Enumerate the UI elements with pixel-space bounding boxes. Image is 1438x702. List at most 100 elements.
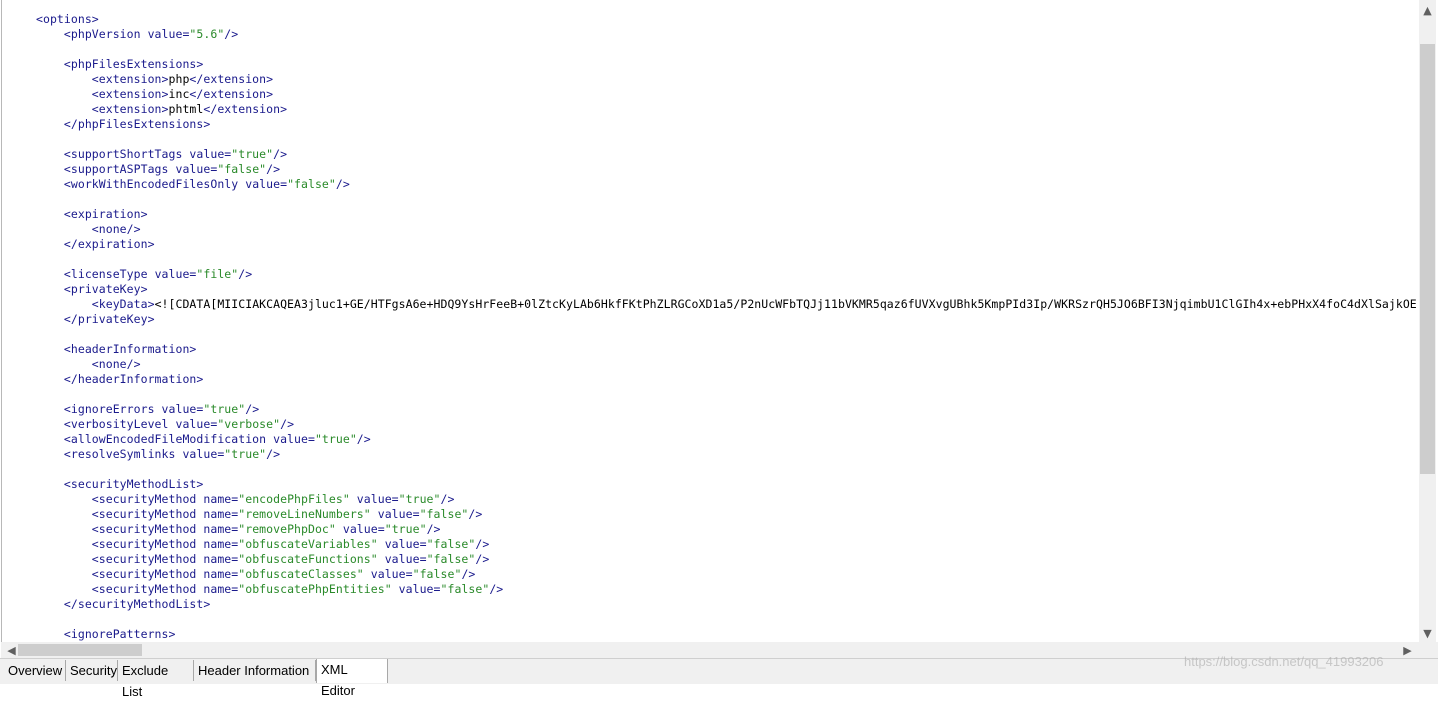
code-line: <none/> — [36, 222, 1417, 237]
xml-tag: </extension> — [189, 72, 274, 86]
xml-tag: value= — [182, 447, 225, 461]
xml-tag: value= — [377, 552, 427, 566]
xml-tag: value= — [154, 267, 197, 281]
xml-tag: <securityMethod — [36, 507, 204, 521]
scrollbar-corner — [1419, 642, 1438, 658]
attribute-value: "false" — [287, 177, 336, 191]
code-line: <allowEncodedFileModification value="tru… — [36, 432, 1417, 447]
xml-editor-pane[interactable]: <options> <phpVersion value="5.6"/> <php… — [1, 0, 1420, 642]
xml-tag: /> — [273, 147, 288, 161]
xml-tag: /> — [238, 267, 253, 281]
xml-tag: value= — [245, 177, 288, 191]
xml-tag: <allowEncodedFileModification — [36, 432, 274, 446]
xml-tag: value= — [175, 162, 218, 176]
attribute-value: "false" — [426, 552, 476, 566]
xml-tag: /> — [356, 432, 371, 446]
code-line: </securityMethodList> — [36, 597, 1417, 612]
attribute-value: "encodePhpFiles" — [238, 492, 350, 506]
xml-tag: value= — [370, 507, 420, 521]
code-line: <workWithEncodedFilesOnly value="false"/… — [36, 177, 1417, 192]
xml-tag: value= — [147, 27, 190, 41]
xml-tag: value= — [391, 582, 441, 596]
xml-tag: /> — [280, 417, 295, 431]
scroll-up-icon[interactable]: ▲ — [1419, 2, 1436, 19]
xml-tag: /> — [224, 27, 239, 41]
xml-tag: <none/> — [36, 357, 141, 371]
xml-tag: <supportShortTags — [36, 147, 190, 161]
attribute-value: "false" — [412, 567, 462, 581]
tab-header-information[interactable]: Header Information — [194, 660, 316, 681]
xml-tag: <phpFilesExtensions> — [36, 57, 204, 71]
attribute-value: "removeLineNumbers" — [238, 507, 371, 521]
element-text: <![CDATA[MIICIAKCAQEA3jluc1+GE/HTFgsA6e+… — [154, 297, 1417, 311]
attribute-value: "obfuscateVariables" — [238, 537, 378, 551]
xml-tag: value= — [273, 432, 315, 446]
xml-tag: </securityMethodList> — [36, 597, 211, 611]
xml-tag: <headerInformation> — [36, 342, 197, 356]
xml-tag: value= — [377, 537, 427, 551]
xml-tag: name= — [203, 507, 239, 521]
tab-exclude-list[interactable]: Exclude List — [118, 660, 194, 699]
xml-tag: <workWithEncodedFilesOnly — [36, 177, 246, 191]
xml-tag: <verbosityLevel — [36, 417, 176, 431]
vertical-scrollbar[interactable]: ▲ ▼ — [1419, 0, 1436, 642]
tab-xml-editor[interactable]: XML Editor — [316, 659, 388, 698]
xml-tag: </extension> — [189, 87, 274, 101]
attribute-value: "true" — [231, 147, 274, 161]
scroll-right-icon[interactable]: ▶ — [1399, 642, 1416, 658]
attribute-value: "5.6" — [189, 27, 225, 41]
attribute-value: "false" — [217, 162, 267, 176]
attribute-value: "true" — [314, 432, 357, 446]
xml-tag: <securityMethod — [36, 537, 204, 551]
xml-tag: value= — [189, 147, 232, 161]
tab-security[interactable]: Security — [66, 660, 118, 681]
code-line: <expiration> — [36, 207, 1417, 222]
code-line: <ignoreErrors value="true"/> — [36, 402, 1417, 417]
vertical-scroll-thumb[interactable] — [1420, 44, 1435, 474]
attribute-value: "obfuscateClasses" — [238, 567, 364, 581]
code-line: <supportShortTags value="true"/> — [36, 147, 1417, 162]
code-line: </expiration> — [36, 237, 1417, 252]
xml-tag: <securityMethod — [36, 552, 204, 566]
xml-tag: <securityMethodList> — [36, 477, 204, 491]
code-line: <securityMethod name="obfuscateFunctions… — [36, 552, 1417, 567]
tab-overview[interactable]: Overview — [4, 660, 66, 681]
xml-tag: <ignoreErrors — [36, 402, 162, 416]
code-line: <ignorePatterns> — [36, 627, 1417, 642]
xml-tag: <securityMethod — [36, 492, 204, 506]
xml-tag: <none/> — [36, 222, 141, 236]
attribute-value: "obfuscatePhpEntities" — [238, 582, 392, 596]
attribute-value: "true" — [203, 402, 246, 416]
code-line: </privateKey> — [36, 312, 1417, 327]
attribute-value: "true" — [224, 447, 267, 461]
code-line: <headerInformation> — [36, 342, 1417, 357]
xml-tag: /> — [468, 507, 483, 521]
xml-tag: name= — [203, 537, 239, 551]
xml-tag: <securityMethod — [36, 567, 204, 581]
xml-tag: name= — [203, 552, 239, 566]
xml-code-view[interactable]: <options> <phpVersion value="5.6"/> <php… — [36, 12, 1417, 642]
attribute-value: "true" — [398, 492, 441, 506]
xml-tag: <securityMethod — [36, 582, 204, 596]
watermark-text: https://blog.csdn.net/qq_41993206 — [1184, 654, 1384, 669]
xml-tag: <extension> — [36, 102, 169, 116]
attribute-value: "removePhpDoc" — [238, 522, 336, 536]
attribute-value: "verbose" — [217, 417, 281, 431]
horizontal-scroll-thumb[interactable] — [18, 644, 142, 656]
xml-tag: /> — [475, 537, 490, 551]
xml-tag: /> — [266, 162, 281, 176]
code-line: <phpFilesExtensions> — [36, 57, 1417, 72]
xml-tag: value= — [335, 522, 385, 536]
xml-tag: value= — [161, 402, 204, 416]
xml-tag: <options> — [36, 12, 99, 26]
xml-tag: /> — [266, 447, 281, 461]
xml-tag: <licenseType — [36, 267, 155, 281]
code-line: <extension>phtml</extension> — [36, 102, 1417, 117]
scroll-down-icon[interactable]: ▼ — [1419, 625, 1436, 642]
xml-tag: name= — [203, 522, 239, 536]
code-line: <securityMethod name="obfuscateVariables… — [36, 537, 1417, 552]
